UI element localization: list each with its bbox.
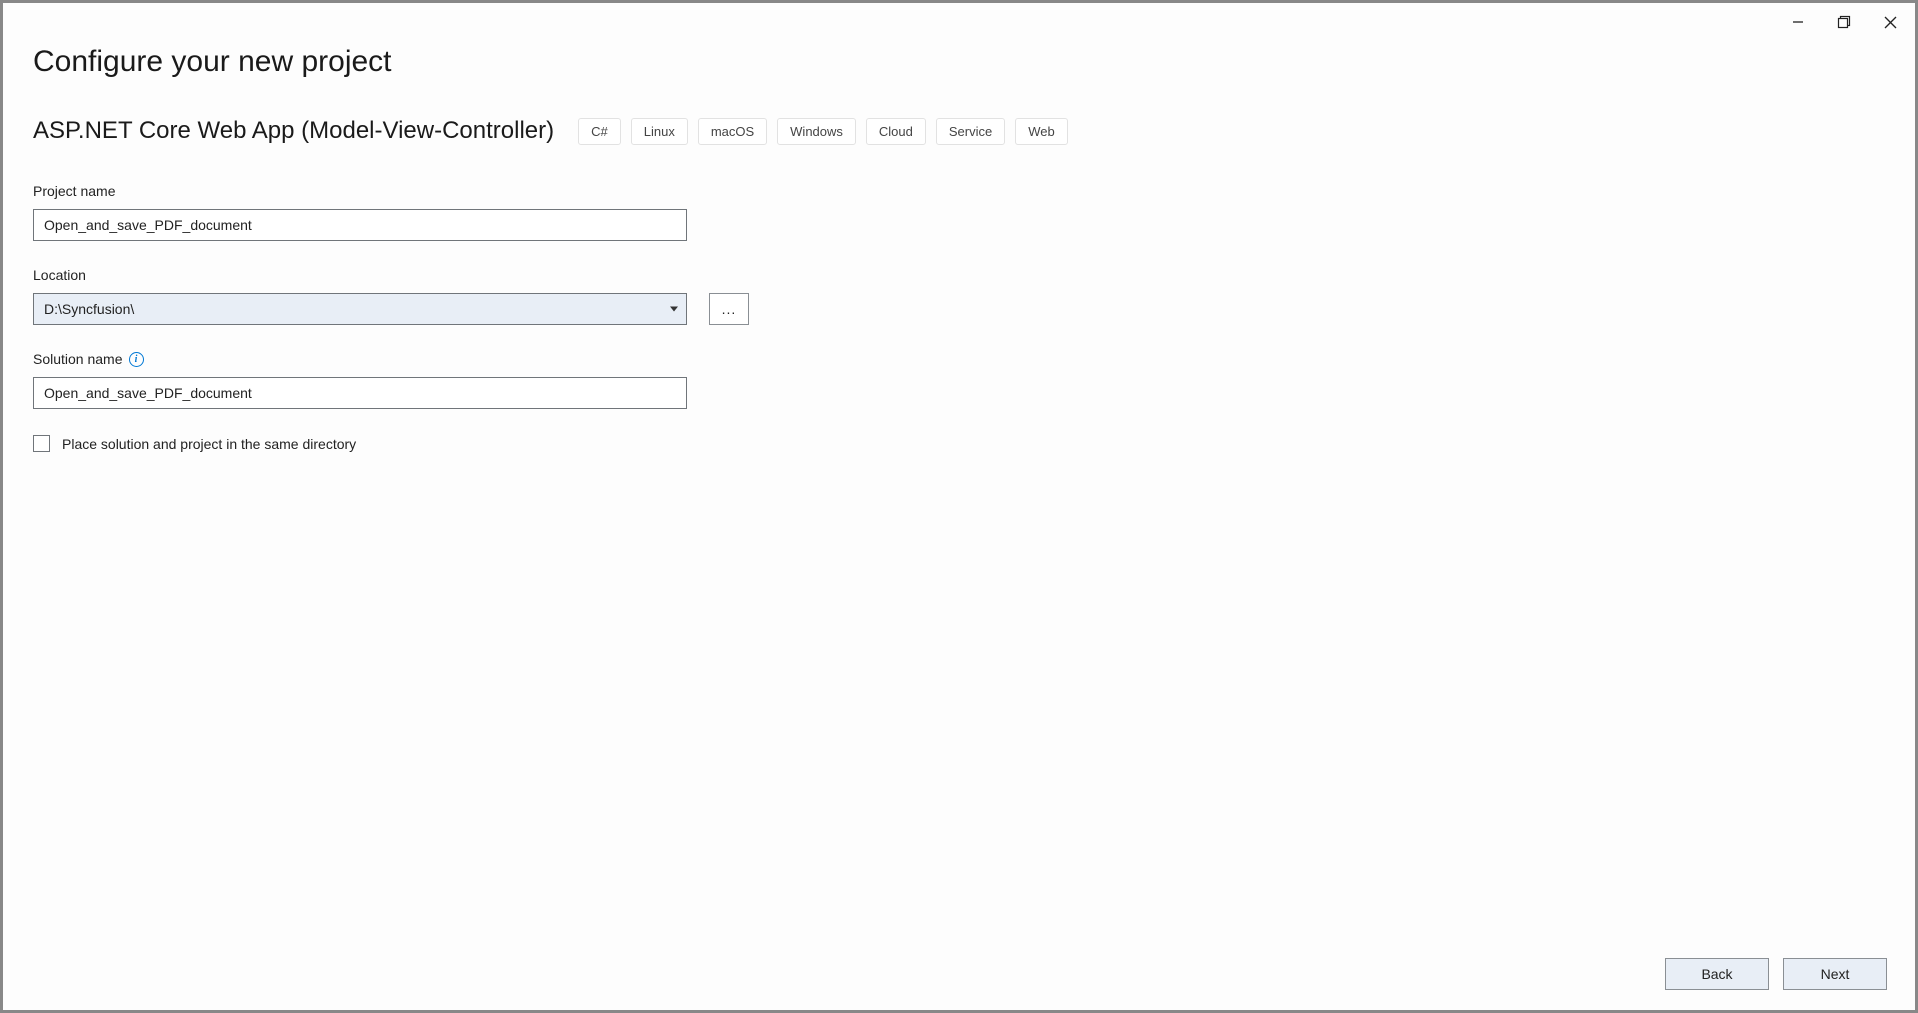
window-controls — [1787, 11, 1901, 33]
tag-macos: macOS — [698, 118, 767, 145]
tag-linux: Linux — [631, 118, 688, 145]
same-directory-row: Place solution and project in the same d… — [33, 435, 1885, 452]
chevron-down-icon — [670, 307, 678, 312]
solution-name-label-text: Solution name — [33, 351, 123, 367]
tag-windows: Windows — [777, 118, 856, 145]
tag-web: Web — [1015, 118, 1068, 145]
solution-name-input[interactable] — [33, 377, 687, 409]
next-button[interactable]: Next — [1783, 958, 1887, 990]
subtitle-row: ASP.NET Core Web App (Model-View-Control… — [33, 117, 1885, 145]
location-group: Location D:\Syncfusion\ ... — [33, 267, 1885, 325]
project-name-label: Project name — [33, 183, 1885, 199]
maximize-icon[interactable] — [1833, 11, 1855, 33]
project-name-group: Project name — [33, 183, 1885, 241]
same-directory-checkbox[interactable] — [33, 435, 50, 452]
project-name-input[interactable] — [33, 209, 687, 241]
browse-button[interactable]: ... — [709, 293, 749, 325]
location-value: D:\Syncfusion\ — [44, 301, 134, 317]
minimize-icon[interactable] — [1787, 11, 1809, 33]
tag-cloud: Cloud — [866, 118, 926, 145]
solution-name-label: Solution name i — [33, 351, 1885, 367]
tag-service: Service — [936, 118, 1005, 145]
content-area: Configure your new project ASP.NET Core … — [3, 3, 1915, 452]
back-button[interactable]: Back — [1665, 958, 1769, 990]
close-icon[interactable] — [1879, 11, 1901, 33]
page-title: Configure your new project — [33, 45, 1885, 79]
info-icon[interactable]: i — [129, 352, 144, 367]
same-directory-label: Place solution and project in the same d… — [62, 436, 356, 452]
location-label: Location — [33, 267, 1885, 283]
tag-csharp: C# — [578, 118, 621, 145]
template-title: ASP.NET Core Web App (Model-View-Control… — [33, 117, 554, 145]
solution-name-group: Solution name i — [33, 351, 1885, 409]
tag-list: C# Linux macOS Windows Cloud Service Web — [578, 118, 1068, 145]
location-combobox[interactable]: D:\Syncfusion\ — [33, 293, 687, 325]
footer-buttons: Back Next — [1665, 958, 1887, 990]
